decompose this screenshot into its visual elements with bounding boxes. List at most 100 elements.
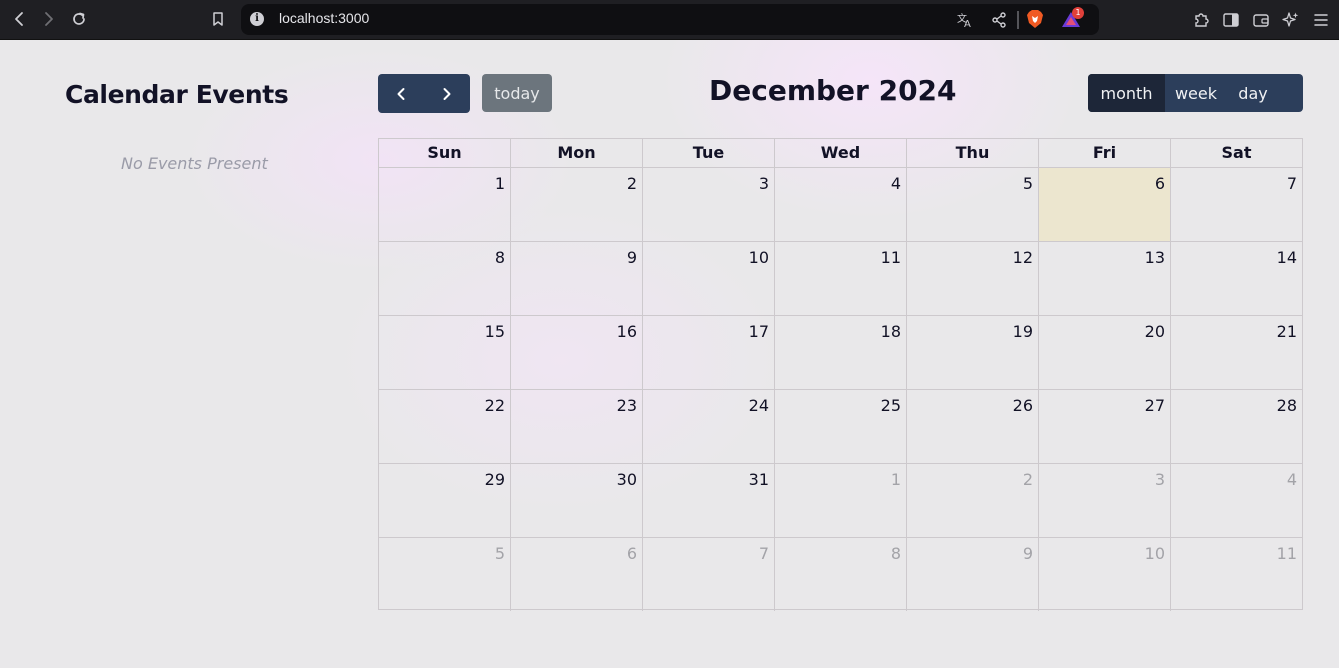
day-cell[interactable]: 18 [775, 316, 907, 389]
day-number[interactable]: 22 [485, 396, 505, 415]
day-number[interactable]: 7 [759, 544, 769, 563]
day-cell[interactable]: 21 [1171, 316, 1302, 389]
day-cell[interactable]: 28 [1171, 390, 1302, 463]
day-cell[interactable]: 10 [1039, 538, 1171, 611]
next-button[interactable] [424, 74, 470, 113]
translate-icon[interactable]: 文A [955, 10, 975, 30]
wallet-icon[interactable] [1251, 10, 1271, 30]
share-icon[interactable] [989, 10, 1009, 30]
day-number[interactable]: 25 [881, 396, 901, 415]
day-cell[interactable]: 3 [1039, 464, 1171, 537]
day-cell[interactable]: 13 [1039, 242, 1171, 315]
day-cell[interactable]: 10 [643, 242, 775, 315]
forward-icon[interactable] [37, 8, 61, 30]
day-number[interactable]: 14 [1277, 248, 1297, 267]
day-cell[interactable]: 17 [643, 316, 775, 389]
day-number[interactable]: 2 [1023, 470, 1033, 489]
day-cell[interactable]: 5 [379, 538, 511, 611]
back-icon[interactable] [7, 8, 31, 30]
day-cell[interactable]: 6 [511, 538, 643, 611]
day-cell[interactable]: 19 [907, 316, 1039, 389]
week-view-button[interactable]: week [1165, 74, 1227, 112]
day-number[interactable]: 6 [1155, 174, 1165, 193]
day-number[interactable]: 4 [1287, 470, 1297, 489]
today-button[interactable]: today [482, 74, 552, 112]
day-cell[interactable]: 2 [907, 464, 1039, 537]
day-cell[interactable]: 5 [907, 168, 1039, 241]
day-cell[interactable]: 11 [1171, 538, 1302, 611]
day-cell[interactable]: 29 [379, 464, 511, 537]
info-icon[interactable]: i [250, 12, 264, 26]
day-cell[interactable]: 7 [643, 538, 775, 611]
day-number[interactable]: 30 [617, 470, 637, 489]
day-number[interactable]: 9 [627, 248, 637, 267]
day-cell[interactable]: 4 [1171, 464, 1302, 537]
day-number[interactable]: 4 [891, 174, 901, 193]
day-number[interactable]: 18 [881, 322, 901, 341]
day-number[interactable]: 31 [749, 470, 769, 489]
day-number[interactable]: 10 [1145, 544, 1165, 563]
day-number[interactable]: 11 [1277, 544, 1297, 563]
day-number[interactable]: 19 [1013, 322, 1033, 341]
day-number[interactable]: 16 [617, 322, 637, 341]
day-number[interactable]: 29 [485, 470, 505, 489]
leo-ai-icon[interactable] [1281, 10, 1301, 30]
reload-icon[interactable] [67, 8, 91, 30]
day-number[interactable]: 26 [1013, 396, 1033, 415]
day-number[interactable]: 8 [495, 248, 505, 267]
day-cell-today[interactable]: 6 [1039, 168, 1171, 241]
day-number[interactable]: 13 [1145, 248, 1165, 267]
day-cell[interactable]: 9 [511, 242, 643, 315]
day-number[interactable]: 8 [891, 544, 901, 563]
day-cell[interactable]: 16 [511, 316, 643, 389]
day-number[interactable]: 10 [749, 248, 769, 267]
day-cell[interactable]: 9 [907, 538, 1039, 611]
day-number[interactable]: 3 [1155, 470, 1165, 489]
day-cell[interactable]: 23 [511, 390, 643, 463]
day-cell[interactable]: 3 [643, 168, 775, 241]
day-cell[interactable]: 15 [379, 316, 511, 389]
bookmark-icon[interactable] [206, 8, 230, 30]
day-number[interactable]: 5 [495, 544, 505, 563]
day-number[interactable]: 28 [1277, 396, 1297, 415]
day-number[interactable]: 21 [1277, 322, 1297, 341]
brave-rewards-icon[interactable]: 1 [1058, 7, 1084, 31]
day-cell[interactable]: 25 [775, 390, 907, 463]
day-number[interactable]: 17 [749, 322, 769, 341]
day-cell[interactable]: 14 [1171, 242, 1302, 315]
day-number[interactable]: 23 [617, 396, 637, 415]
day-number[interactable]: 11 [881, 248, 901, 267]
day-cell[interactable]: 30 [511, 464, 643, 537]
day-cell[interactable]: 27 [1039, 390, 1171, 463]
day-cell[interactable]: 11 [775, 242, 907, 315]
day-cell[interactable]: 24 [643, 390, 775, 463]
day-cell[interactable]: 31 [643, 464, 775, 537]
day-number[interactable]: 9 [1023, 544, 1033, 563]
day-number[interactable]: 12 [1013, 248, 1033, 267]
day-cell[interactable]: 7 [1171, 168, 1302, 241]
day-number[interactable]: 3 [759, 174, 769, 193]
day-number[interactable]: 1 [495, 174, 505, 193]
brave-shield-icon[interactable] [1025, 8, 1045, 30]
day-cell[interactable]: 8 [379, 242, 511, 315]
menu-icon[interactable] [1311, 10, 1331, 30]
day-cell[interactable]: 12 [907, 242, 1039, 315]
day-number[interactable]: 1 [891, 470, 901, 489]
day-cell[interactable]: 22 [379, 390, 511, 463]
day-view-button[interactable]: day [1227, 74, 1279, 112]
day-cell[interactable]: 1 [379, 168, 511, 241]
prev-button[interactable] [378, 74, 424, 113]
day-number[interactable]: 6 [627, 544, 637, 563]
day-number[interactable]: 2 [627, 174, 637, 193]
extensions-icon[interactable] [1191, 10, 1211, 30]
day-cell[interactable]: 1 [775, 464, 907, 537]
day-cell[interactable]: 20 [1039, 316, 1171, 389]
day-cell[interactable]: 26 [907, 390, 1039, 463]
sidebar-icon[interactable] [1221, 10, 1241, 30]
day-number[interactable]: 7 [1287, 174, 1297, 193]
day-number[interactable]: 24 [749, 396, 769, 415]
day-number[interactable]: 15 [485, 322, 505, 341]
day-cell[interactable]: 2 [511, 168, 643, 241]
month-view-button[interactable]: month [1088, 74, 1165, 112]
day-number[interactable]: 5 [1023, 174, 1033, 193]
